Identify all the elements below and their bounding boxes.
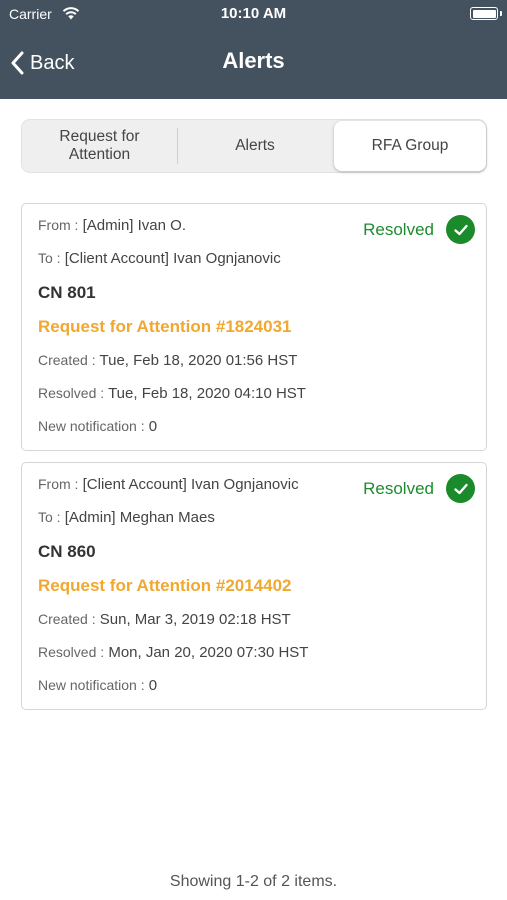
tab-label: Alerts [235,137,275,154]
back-button[interactable]: Back [10,48,74,78]
status-badge: Resolved [363,215,475,244]
created-row: Created : Tue, Feb 18, 2020 01:56 HST [38,352,297,369]
cn-number: CN 801 [38,283,96,302]
created-label: Created : [38,352,96,368]
cn-number: CN 860 [38,542,96,561]
chevron-left-icon [11,51,24,75]
check-circle-icon [446,215,475,244]
to-value: [Client Account] Ivan Ognjanovic [64,250,281,267]
from-label: From : [38,476,79,492]
notification-row: New notification : 0 [38,677,157,694]
notification-count: 0 [148,418,158,435]
back-label: Back [30,51,75,74]
from-row: From : [Admin] Ivan O. [38,217,186,234]
battery-icon [470,7,502,20]
created-row: Created : Sun, Mar 3, 2019 02:18 HST [38,611,291,628]
rfa-title: Request for Attention #1824031 [38,317,292,336]
resolved-label: Resolved : [38,644,105,660]
notification-count: 0 [148,677,158,694]
resolved-row: Resolved : Tue, Feb 18, 2020 04:10 HST [38,385,306,402]
rfa-title: Request for Attention #2014402 [38,576,292,595]
status-bar: Carrier 10:10 AM [0,0,507,28]
notification-label: New notification : [38,677,145,693]
resolved-label: Resolved : [38,385,105,401]
to-value: [Admin] Meghan Maes [64,509,215,526]
created-label: Created : [38,611,96,627]
pagination-summary: Showing 1-2 of 2 items. [169,873,338,890]
from-row: From : [Client Account] Ivan Ognjanovic [38,476,299,493]
status-label: Resolved [363,219,434,239]
tab-label: Request for Attention [59,128,140,163]
notification-label: New notification : [38,418,145,434]
status-badge: Resolved [363,474,475,503]
nav-header: Carrier 10:10 AM Back Alerts [0,0,507,99]
page-title: Alerts [222,48,285,73]
clock: 10:10 AM [220,5,287,22]
tab-request-for-attention[interactable]: Request for Attention [22,120,177,172]
segmented-control: Request for Attention Alerts RFA Group [21,119,487,173]
from-value: [Client Account] Ivan Ognjanovic [82,476,299,493]
from-value: [Admin] Ivan O. [82,217,186,234]
check-circle-icon [446,474,475,503]
notification-row: New notification : 0 [38,418,157,435]
alert-card[interactable]: From : [Client Account] Ivan Ognjanovic … [21,462,487,710]
resolved-value: Mon, Jan 20, 2020 07:30 HST [108,644,309,661]
from-label: From : [38,217,79,233]
to-row: To : [Admin] Meghan Maes [38,509,215,526]
to-label: To : [38,250,61,266]
created-value: Sun, Mar 3, 2019 02:18 HST [99,611,291,628]
to-label: To : [38,509,61,525]
status-label: Resolved [363,478,434,498]
resolved-value: Tue, Feb 18, 2020 04:10 HST [108,385,306,402]
alert-card[interactable]: From : [Admin] Ivan O. Resolved To : [Cl… [21,203,487,451]
tab-alerts[interactable]: Alerts [177,120,333,172]
tab-rfa-group[interactable]: RFA Group [334,121,486,171]
created-value: Tue, Feb 18, 2020 01:56 HST [99,352,298,369]
resolved-row: Resolved : Mon, Jan 20, 2020 07:30 HST [38,644,308,661]
to-row: To : [Client Account] Ivan Ognjanovic [38,250,281,267]
tab-label: RFA Group [371,137,449,154]
